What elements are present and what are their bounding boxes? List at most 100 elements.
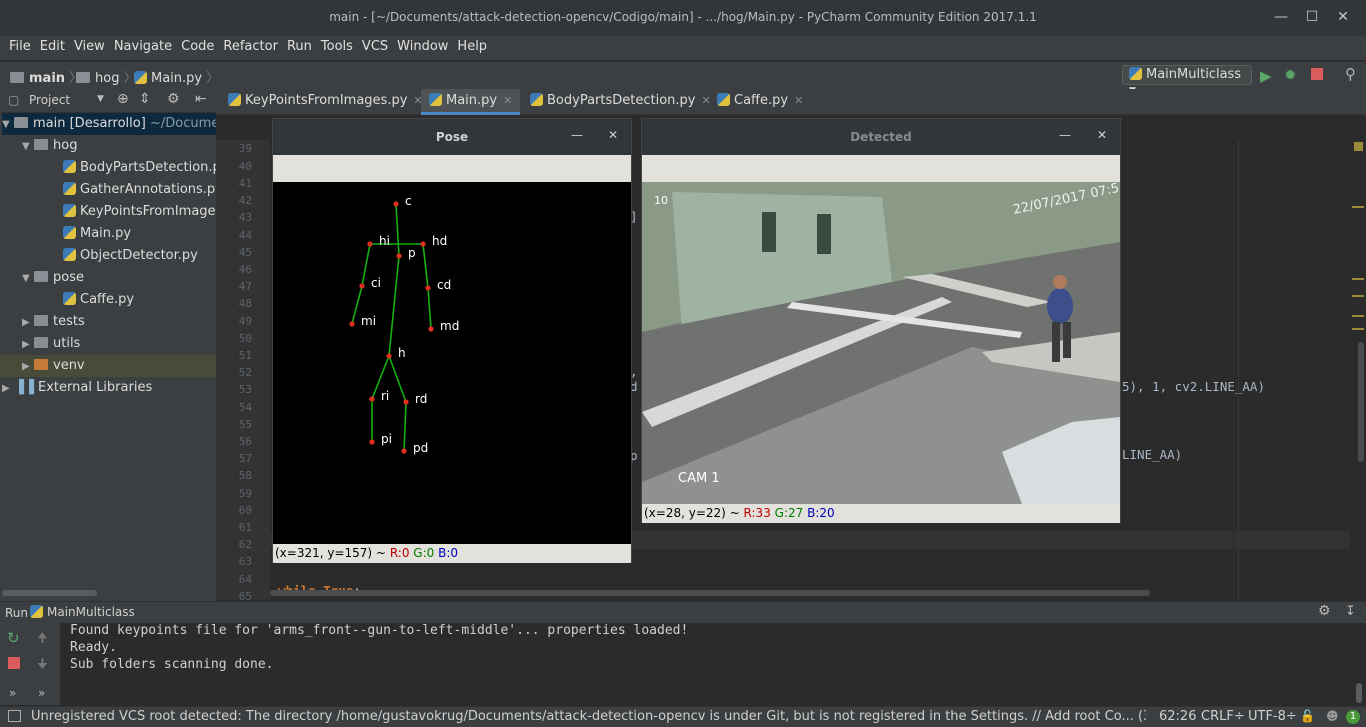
tree-item-caffe[interactable]: Caffe.py — [63, 289, 134, 311]
stripe-marker[interactable] — [1352, 206, 1364, 208]
minimize-icon[interactable]: — — [571, 128, 583, 142]
tree-item-pose[interactable]: ▼ pose — [22, 267, 84, 289]
error-stripe[interactable] — [1350, 140, 1366, 600]
collapsed-icon: ▶ — [22, 317, 30, 328]
console-output: Found keypoints file for 'arms_front--gu… — [70, 622, 688, 673]
tree-item-main[interactable]: Main.py — [63, 223, 131, 245]
event-log-icon[interactable]: 1 — [1346, 710, 1360, 724]
arrow-down-icon[interactable]: 🠋 — [37, 655, 48, 677]
expand-icon[interactable]: » — [38, 686, 45, 700]
navigation-bar: main 〉 hog 〉 Main.py 〉 MainMulticlass ▼ … — [0, 61, 1366, 96]
keypoint-h — [386, 353, 392, 359]
stripe-marker[interactable] — [1352, 328, 1364, 330]
close-icon[interactable]: ✕ — [608, 128, 618, 142]
menu-vcs[interactable]: VCS — [362, 36, 388, 58]
python-file-icon — [63, 160, 76, 173]
run-configuration-select[interactable]: MainMulticlass ▼ — [1122, 65, 1252, 96]
menu-help[interactable]: Help — [457, 36, 487, 58]
close-icon[interactable]: ✕ — [1330, 4, 1356, 30]
stop-icon[interactable] — [1311, 68, 1323, 80]
detected-window[interactable]: Detected — ✕ 10 CAM 1 22/07/2017 07:5 (x… — [641, 118, 1121, 523]
menu-window[interactable]: Window — [397, 36, 448, 58]
menu-view[interactable]: View — [74, 36, 105, 58]
chevron-down-icon[interactable]: ▼ — [97, 94, 104, 104]
breadcrumb-main[interactable]: main 〉 — [10, 67, 82, 86]
run-config-tab[interactable]: MainMulticlass — [30, 605, 135, 619]
editor-hscrollbar[interactable] — [270, 590, 1150, 596]
pose-window-titlebar[interactable]: Pose — ✕ — [273, 119, 631, 155]
maximize-icon[interactable]: ☐ — [1299, 4, 1325, 30]
line-number: 52 — [238, 366, 252, 379]
stripe-marker[interactable] — [1352, 278, 1364, 280]
tab-main[interactable]: Main.py ✕ — [421, 89, 521, 115]
keypoint-label: cd — [437, 278, 451, 292]
stripe-marker[interactable] — [1352, 295, 1364, 297]
inspection-icon[interactable] — [1354, 142, 1363, 151]
tree-item-bodypartsdetection[interactable]: BodyPartsDetection.py — [63, 157, 228, 179]
toggle-panel-icon[interactable] — [8, 710, 21, 722]
breadcrumb-hog[interactable]: hog 〉 — [76, 67, 137, 86]
tree-item-keypointsfromimages[interactable]: KeyPointsFromImages — [63, 201, 222, 223]
keypoint-cd — [425, 285, 431, 291]
hide-panel-icon[interactable]: ↧ — [1345, 604, 1356, 619]
lock-icon[interactable]: 🔓 — [1300, 709, 1315, 723]
folder-icon — [14, 117, 28, 128]
stop-icon[interactable] — [8, 657, 20, 669]
menu-tools[interactable]: Tools — [321, 36, 353, 58]
gear-icon[interactable]: ⚙ — [1318, 603, 1331, 619]
status-message[interactable]: Unregistered VCS root detected: The dire… — [31, 709, 1146, 724]
close-icon[interactable]: ✕ — [1097, 128, 1107, 142]
keypoint-mi — [349, 321, 355, 327]
expand-icon[interactable]: » — [9, 686, 16, 700]
python-file-icon — [63, 204, 76, 217]
menu-file[interactable]: File — [9, 36, 31, 58]
breadcrumb-main-py[interactable]: Main.py 〉 — [134, 67, 219, 86]
stripe-marker[interactable] — [1352, 315, 1364, 317]
editor-scrollbar[interactable] — [1358, 342, 1364, 462]
scrollbar[interactable] — [2, 590, 97, 596]
console-scrollbar[interactable] — [1356, 683, 1362, 703]
minimize-icon[interactable]: — — [1268, 4, 1294, 30]
tab-caffe[interactable]: Caffe.py ✕ — [709, 89, 811, 115]
tree-item-objectdetector[interactable]: ObjectDetector.py — [63, 245, 198, 267]
menu-run[interactable]: Run — [287, 36, 312, 58]
camera-label: CAM 1 — [678, 471, 720, 486]
line-number: 41 — [238, 177, 252, 190]
minimize-icon[interactable]: — — [1059, 128, 1071, 142]
line-number: 61 — [238, 521, 252, 534]
inspector-icon[interactable]: ☻ — [1326, 709, 1339, 723]
menu-navigate[interactable]: Navigate — [114, 36, 172, 58]
rerun-icon[interactable]: ↻ — [7, 629, 20, 647]
tab-keypointsfromimages[interactable]: KeyPointsFromImages.py ✕ — [220, 89, 431, 115]
file-encoding[interactable]: UTF-8÷ — [1248, 709, 1297, 724]
run-icon[interactable]: ▶ — [1260, 67, 1272, 85]
collapse-icon[interactable]: ⇕ — [139, 91, 151, 107]
tree-item-gatherannotations[interactable]: GatherAnnotations.py — [63, 179, 223, 201]
menu-code[interactable]: Code — [181, 36, 214, 58]
cursor-position[interactable]: 62:26 — [1159, 709, 1196, 724]
tab-bodypartsdetection[interactable]: BodyPartsDetection.py ✕ — [522, 89, 719, 115]
search-icon[interactable]: ⚲ — [1345, 65, 1356, 83]
line-separator[interactable]: CRLF÷ — [1201, 709, 1245, 724]
menu-refactor[interactable]: Refactor — [223, 36, 278, 58]
close-tab-icon[interactable]: ✕ — [503, 94, 512, 107]
python-file-icon — [63, 182, 76, 195]
tree-item-venv[interactable]: ▶ venv — [0, 355, 216, 377]
detected-window-titlebar[interactable]: Detected — ✕ — [642, 119, 1120, 155]
line-number: 43 — [238, 211, 252, 224]
pose-window[interactable]: Pose — ✕ c hi hd p ci cd mi md h ri rd pi pd (x=321,… — [272, 118, 632, 563]
tree-item-utils[interactable]: ▶ utils — [22, 333, 80, 355]
arrow-up-icon[interactable]: 🠉 — [37, 629, 48, 651]
tree-item-external-libraries[interactable]: ▶ ▐▐ External Libraries — [2, 377, 152, 399]
gear-icon[interactable]: ⚙ — [167, 91, 180, 107]
locate-icon[interactable]: ⊕ — [117, 91, 129, 107]
hide-panel-icon[interactable]: ⇤ — [195, 91, 207, 107]
project-panel-title[interactable]: Project — [29, 93, 70, 107]
run-panel-title[interactable]: Run — [5, 606, 28, 620]
tree-item-tests[interactable]: ▶ tests — [22, 311, 85, 333]
close-tab-icon[interactable]: ✕ — [794, 94, 803, 107]
tree-item-root[interactable]: ▼ main [Desarrollo] ~/Docume — [2, 113, 219, 135]
tree-item-hog[interactable]: ▼ hog — [22, 135, 77, 157]
menu-edit[interactable]: Edit — [40, 36, 65, 58]
debug-icon[interactable]: ✹ — [1284, 66, 1297, 84]
